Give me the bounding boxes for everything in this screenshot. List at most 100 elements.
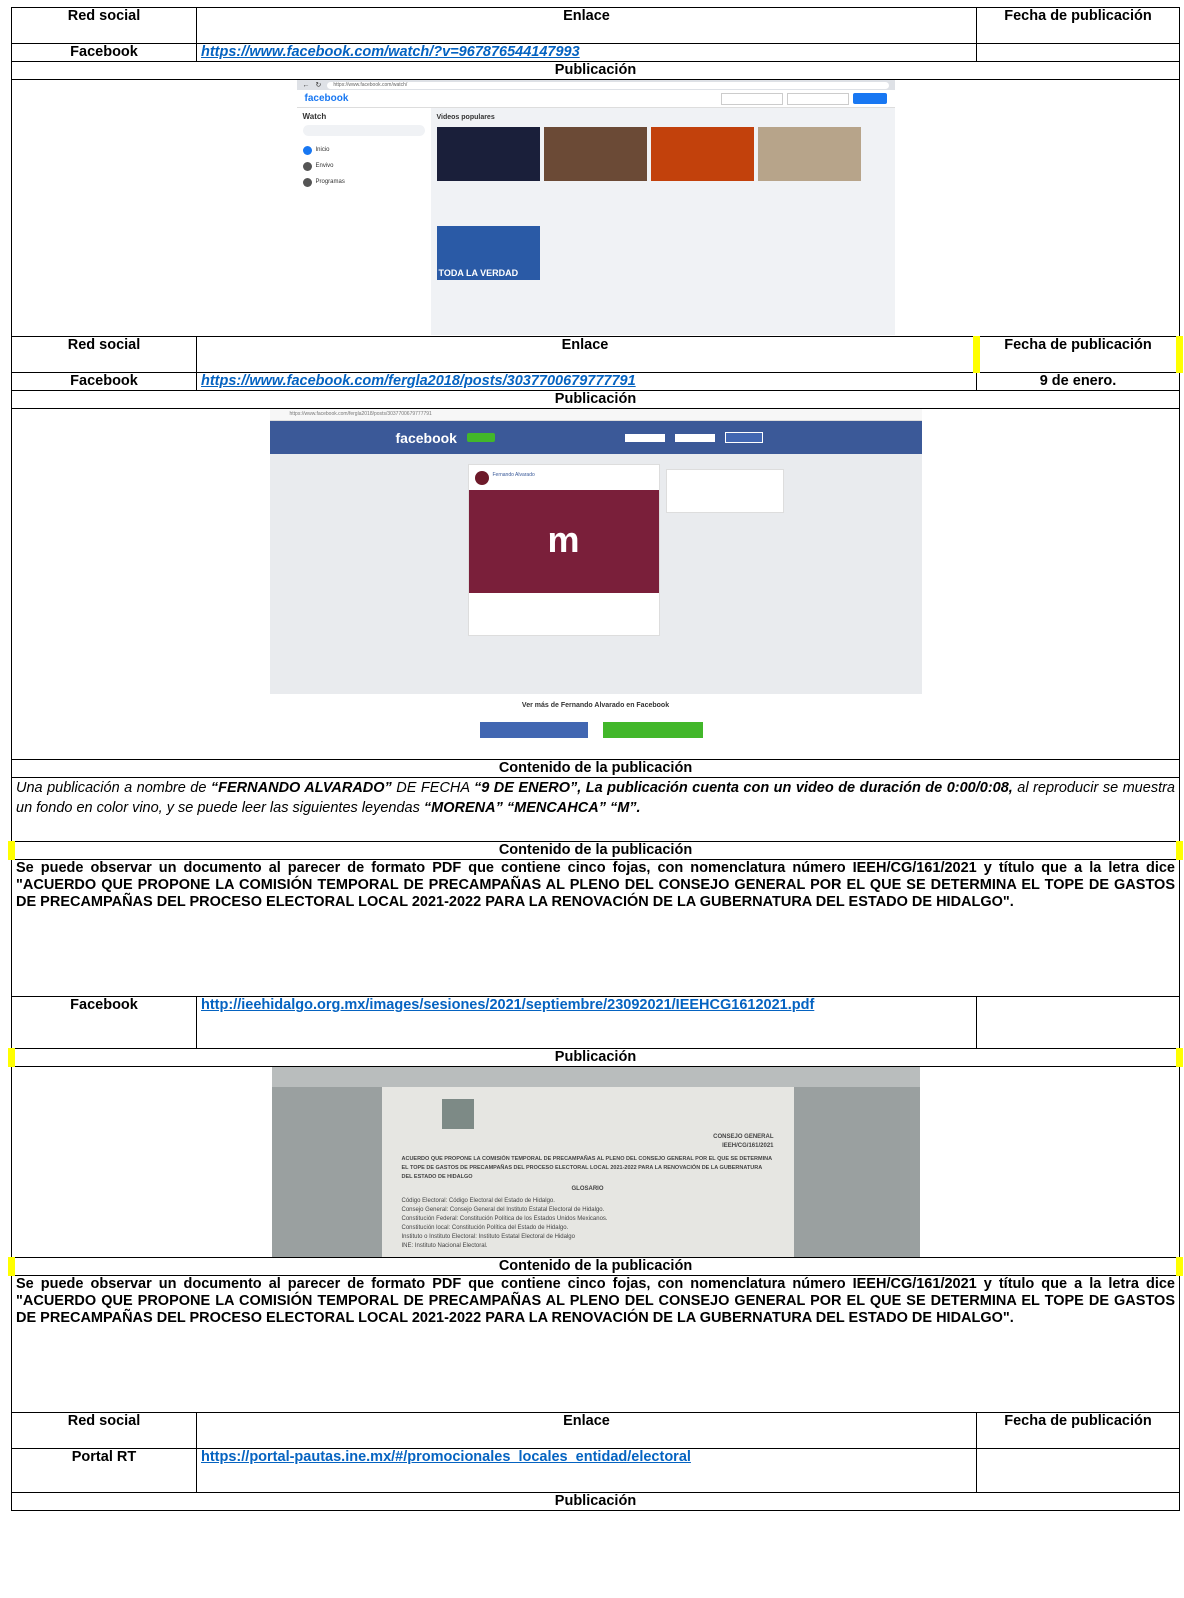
- video-caption: [651, 181, 754, 222]
- login-prompt: Ver más de Fernando Alvarado en Facebook: [269, 694, 922, 758]
- email-field: [720, 92, 783, 105]
- header-row: Red social Enlace Fecha de publicación: [11, 1412, 1180, 1449]
- contenido-text: Se puede observar un documento al parece…: [11, 859, 1180, 997]
- publicacion-label: Publicación: [11, 61, 1180, 80]
- pdf-item: Constitución local: Constitución Polític…: [401, 1225, 569, 1231]
- document-page: Red social Enlace Fecha de publicación F…: [0, 7, 1184, 1598]
- browser-toolbar: ← ↻ https://www.facebook.com/watch/: [296, 80, 895, 90]
- pdf-item: Instituto o Instituto Electoral: Institu…: [401, 1234, 575, 1240]
- cell-fecha: [976, 1448, 1180, 1493]
- facebook-post-screenshot: https://www.facebook.com/fergla2018/post…: [269, 409, 922, 758]
- pdf-item: Consejo General: Consejo General del Ins…: [401, 1207, 605, 1213]
- evidence-table: Red social Enlace Fecha de publicación F…: [8, 7, 1183, 1511]
- contenido-text-row: Se puede observar un documento al parece…: [11, 859, 1180, 997]
- cell-fecha: 9 de enero.: [976, 372, 1180, 391]
- fb-header: facebook: [269, 421, 922, 454]
- video-card: [436, 127, 540, 222]
- address-bar: https://www.facebook.com/watch/: [327, 81, 889, 89]
- post-link[interactable]: https://portal-pautas.ine.mx/#/promocion…: [201, 1449, 691, 1465]
- facebook-logo: facebook: [304, 93, 349, 104]
- watch-sidebar: Watch Inicio Envivo Programas: [296, 108, 431, 335]
- video-thumbnail: [436, 127, 540, 181]
- sidebar-item: Envivo: [302, 158, 425, 174]
- cell-red-social: Facebook: [11, 996, 197, 1049]
- contenido-text-row: Se puede observar un documento al parece…: [11, 1275, 1180, 1413]
- header-red-social: Red social: [11, 336, 197, 373]
- header-enlace: Enlace: [196, 7, 977, 44]
- table-row: Facebook http://ieehidalgo.org.mx/images…: [11, 996, 1180, 1049]
- create-account-button: [602, 722, 703, 738]
- home-icon: [302, 145, 312, 155]
- video-card: [650, 127, 754, 222]
- sidebar-item-label: Envivo: [315, 163, 334, 169]
- header-fecha: Fecha de publicación: [973, 336, 1183, 373]
- post-link[interactable]: https://www.facebook.com/watch/?v=967876…: [201, 44, 580, 60]
- video-caption: [437, 181, 540, 222]
- pdf-glosario: GLOSARIO: [571, 1186, 604, 1192]
- video-card: TODA LA VERDAD: [436, 226, 540, 321]
- video-caption: [758, 181, 861, 222]
- screenshot-cell: https://www.facebook.com/fergla2018/post…: [11, 408, 1180, 760]
- sidebar-item: Inicio: [302, 142, 425, 158]
- header-red-social: Red social: [11, 1412, 197, 1449]
- video-thumbnail: [650, 127, 754, 181]
- header-row: Red social Enlace Fecha de publicación: [11, 336, 1183, 373]
- author-name: Fernando Alvarado: [492, 472, 535, 478]
- text-bold: “MORENA” “MENCAHCA” “M”.: [423, 800, 641, 816]
- cell-enlace: https://portal-pautas.ine.mx/#/promocion…: [196, 1448, 977, 1493]
- facebook-logo: facebook: [395, 429, 457, 446]
- screenshot-cell: CONSEJO GENERAL IEEH/CG/161/2021 ACUERDO…: [11, 1066, 1180, 1258]
- cell-fecha: [976, 996, 1180, 1049]
- table-row: Facebook https://www.facebook.com/watch/…: [11, 43, 1180, 62]
- post-link[interactable]: https://www.facebook.com/fergla2018/post…: [201, 373, 636, 389]
- cell-enlace: http://ieehidalgo.org.mx/images/sesiones…: [196, 996, 977, 1049]
- post-video: m: [468, 490, 659, 593]
- facebook-watch-screenshot: ← ↻ https://www.facebook.com/watch/ facebo…: [296, 80, 895, 335]
- contenido-row: Contenido de la publicación: [8, 841, 1183, 860]
- publicacion-row: Publicación: [11, 61, 1180, 80]
- pdf-item: Código Electoral: Código Electoral del E…: [401, 1198, 555, 1204]
- pdf-header: CONSEJO GENERAL: [713, 1134, 774, 1140]
- header-enlace: Enlace: [196, 1412, 977, 1449]
- text-span: Una publicación a nombre de: [16, 780, 211, 796]
- watch-main: Videos populares TODA LA VERDAD: [436, 114, 885, 335]
- contenido-label: Contenido de la publicación: [8, 1257, 1183, 1276]
- text-bold: “9 DE ENERO”, La publicación cuenta con …: [474, 780, 1013, 796]
- post-link[interactable]: http://ieehidalgo.org.mx/images/sesiones…: [201, 997, 814, 1013]
- back-icon: ←: [302, 81, 310, 89]
- publicacion-row: Publicación: [11, 1492, 1180, 1511]
- sidebar-search: [302, 125, 425, 136]
- screenshot-cell: ← ↻ https://www.facebook.com/watch/ facebo…: [11, 79, 1180, 337]
- shows-icon: [302, 177, 312, 187]
- password-field: [786, 92, 849, 105]
- screenshot-row: https://www.facebook.com/fergla2018/post…: [11, 408, 1180, 760]
- contenido-row: Contenido de la publicación: [8, 1257, 1183, 1276]
- pdf-item: INE: Instituto Nacional Electoral.: [401, 1243, 488, 1249]
- address-bar: https://www.facebook.com/fergla2018/post…: [269, 409, 922, 421]
- browser-toolbar: [271, 1067, 920, 1087]
- video-thumbnail: [757, 127, 861, 181]
- password-field: [674, 433, 715, 442]
- video-card: [757, 127, 861, 222]
- publicacion-row: Publicación: [8, 1048, 1183, 1067]
- cell-enlace: https://www.facebook.com/fergla2018/post…: [196, 372, 977, 391]
- cell-red-social: Facebook: [11, 372, 197, 391]
- sidebar-item: Programas: [302, 174, 425, 190]
- publicacion-label: Publicación: [11, 1492, 1180, 1511]
- contenido-row: Contenido de la publicación: [11, 759, 1180, 778]
- sidebar-item-label: Inicio: [315, 147, 330, 153]
- login-prompt-text: Ver más de Fernando Alvarado en Facebook: [521, 702, 670, 709]
- video-thumbnail: TODA LA VERDAD: [436, 226, 540, 280]
- cell-fecha: [976, 43, 1180, 62]
- header-row: Red social Enlace Fecha de publicación: [11, 7, 1180, 44]
- contenido-text-row: Una publicación a nombre de “FERNANDO AL…: [11, 777, 1180, 842]
- text-bold: “FERNANDO ALVARADO”: [210, 780, 392, 796]
- publicacion-label: Publicación: [11, 390, 1180, 409]
- contenido-text: Una publicación a nombre de “FERNANDO AL…: [11, 777, 1180, 842]
- video-grid: TODA LA VERDAD: [436, 127, 885, 321]
- publicacion-row: Publicación: [11, 390, 1180, 409]
- header-enlace: Enlace: [196, 336, 977, 373]
- screenshot-row: CONSEJO GENERAL IEEH/CG/161/2021 ACUERDO…: [11, 1066, 1180, 1258]
- publicacion-label: Publicación: [8, 1048, 1183, 1067]
- cell-enlace: https://www.facebook.com/watch/?v=967876…: [196, 43, 977, 62]
